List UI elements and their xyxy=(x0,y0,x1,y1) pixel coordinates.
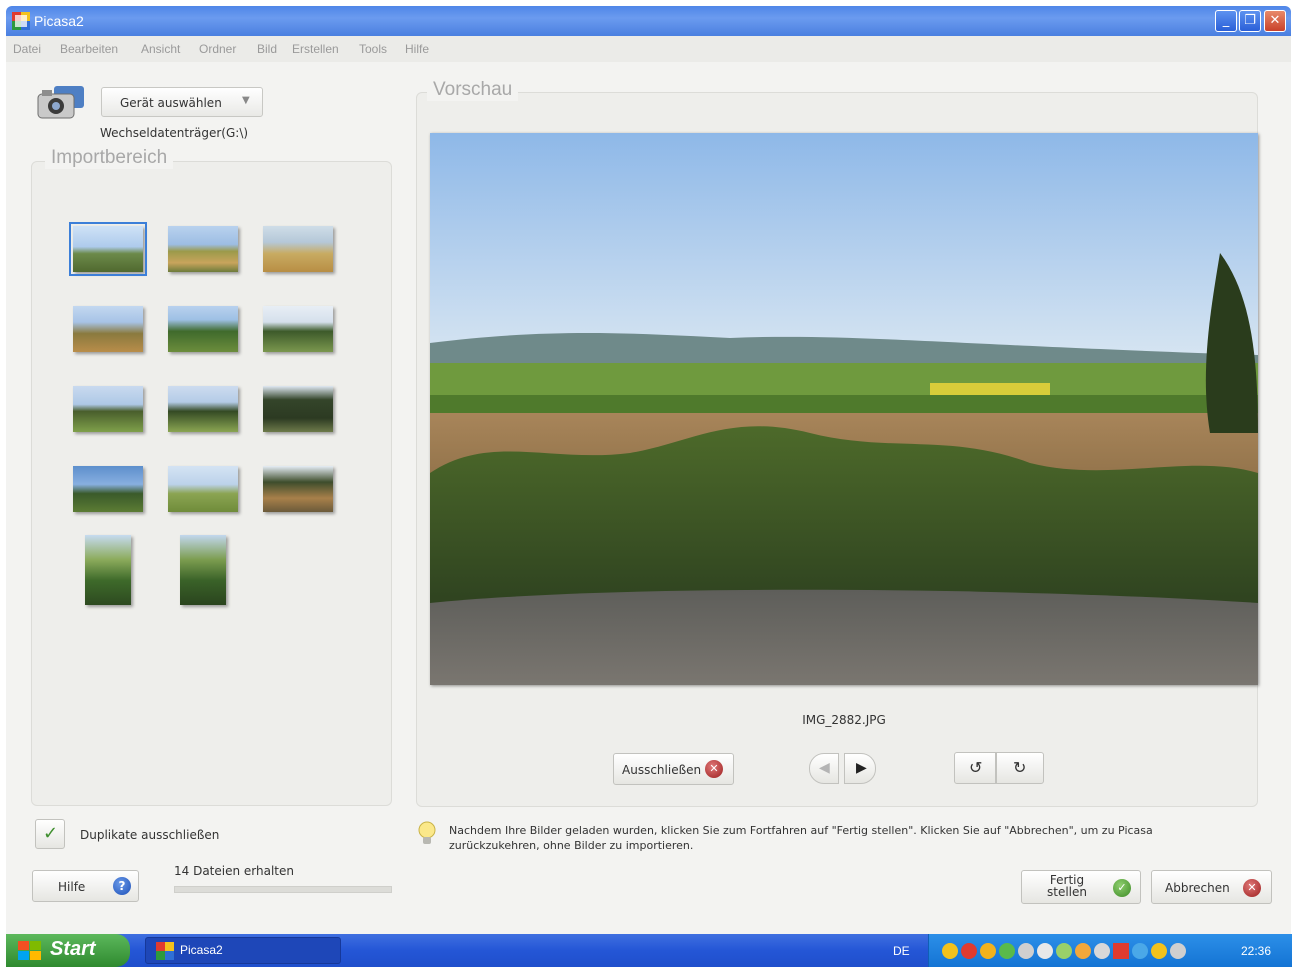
clock: 22:36 xyxy=(1241,944,1272,958)
checkmark-icon: ✓ xyxy=(43,823,59,844)
help-icon: ? xyxy=(113,877,131,895)
cancel-label: Abbrechen xyxy=(1165,881,1230,895)
thumbnail-1[interactable] xyxy=(69,222,147,276)
duplicates-label: Duplikate ausschließen xyxy=(80,828,220,842)
tray-icons[interactable] xyxy=(941,942,1221,960)
close-button[interactable]: ✕ xyxy=(1264,10,1286,32)
duplicates-checkbox[interactable]: ✓ xyxy=(35,819,65,849)
language-indicator[interactable]: DE xyxy=(893,944,910,958)
taskbar-item-label: Picasa2 xyxy=(180,943,223,957)
rotate-left-icon: ↺ xyxy=(969,758,983,777)
files-received-status: 14 Dateien erhalten xyxy=(174,864,294,878)
finish-label-line2: stellen xyxy=(1047,885,1087,899)
x-icon: ✕ xyxy=(705,760,723,778)
chevron-left-icon: ◀ xyxy=(819,760,830,776)
import-area-title: Importbereich xyxy=(45,147,174,169)
exclude-label: Ausschließen xyxy=(622,763,702,777)
thumbnail-11[interactable] xyxy=(168,466,238,512)
thumbnail-12[interactable] xyxy=(263,466,333,512)
preview-title: Vorschau xyxy=(427,79,519,101)
lightbulb-icon xyxy=(416,820,438,848)
thumbnail-13[interactable] xyxy=(85,535,131,605)
window-title: Picasa2 xyxy=(34,13,84,29)
picasa-taskbar-icon xyxy=(156,942,174,960)
taskbar-item-picasa[interactable]: Picasa2 xyxy=(145,937,341,964)
start-label: Start xyxy=(50,938,96,960)
minimize-button[interactable]: _ xyxy=(1215,10,1237,32)
checkmark-circle-icon: ✓ xyxy=(1113,879,1131,897)
start-button[interactable]: Start xyxy=(6,934,130,967)
taskbar: Start Picasa2 DE 22:36 xyxy=(6,934,1292,967)
picasa-app-icon xyxy=(12,12,30,30)
thumbnail-8[interactable] xyxy=(168,386,238,432)
exclude-button[interactable]: Ausschließen ✕ xyxy=(613,753,734,785)
thumbnail-2[interactable] xyxy=(168,226,238,272)
preview-filename: IMG_2882.JPG xyxy=(802,713,886,727)
thumbnail-5[interactable] xyxy=(168,306,238,352)
drive-label: Wechseldatenträger(G:\) xyxy=(100,126,249,140)
menu-erstellen[interactable]: Erstellen xyxy=(292,42,339,56)
help-label: Hilfe xyxy=(58,880,86,894)
rotate-left-button[interactable]: ↺ xyxy=(954,752,996,784)
menu-bearbeiten[interactable]: Bearbeiten xyxy=(60,42,118,56)
thumbnail-9[interactable] xyxy=(263,386,333,432)
info-message: Nachdem Ihre Bilder geladen wurden, klic… xyxy=(449,824,1153,852)
menu-tools[interactable]: Tools xyxy=(359,42,387,56)
x-circle-icon: ✕ xyxy=(1243,879,1261,897)
finish-label: Fertig stellen xyxy=(1047,874,1087,898)
menu-hilfe[interactable]: Hilfe xyxy=(405,42,429,56)
select-device-button[interactable]: Gerät auswählen ▼ xyxy=(101,87,263,117)
windows-logo-icon xyxy=(18,941,42,961)
menu-bild[interactable]: Bild xyxy=(257,42,277,56)
help-button[interactable]: Hilfe ? xyxy=(32,870,139,902)
menu-bar: Datei Bearbeiten Ansicht Ordner Bild Ers… xyxy=(6,36,1291,62)
thumbnail-6[interactable] xyxy=(263,306,333,352)
finish-button[interactable]: Fertig stellen ✓ xyxy=(1021,870,1141,904)
rotate-right-icon: ↻ xyxy=(1013,758,1027,777)
camera-icon xyxy=(36,84,86,120)
restore-button[interactable]: ❐ xyxy=(1239,10,1261,32)
menu-ordner[interactable]: Ordner xyxy=(199,42,236,56)
select-device-label: Gerät auswählen xyxy=(120,96,222,110)
preview-image xyxy=(430,133,1258,685)
thumbnail-7[interactable] xyxy=(73,386,143,432)
system-tray xyxy=(928,934,1292,967)
previous-image-button[interactable]: ◀ xyxy=(809,753,839,784)
thumbnail-10[interactable] xyxy=(73,466,143,512)
chevron-right-icon: ▶ xyxy=(856,760,867,776)
cancel-button[interactable]: Abbrechen ✕ xyxy=(1151,870,1272,904)
title-bar[interactable]: Picasa2 _ ❐ ✕ xyxy=(6,6,1291,36)
menu-ansicht[interactable]: Ansicht xyxy=(141,42,180,56)
next-image-button[interactable]: ▶ xyxy=(844,753,876,784)
menu-datei[interactable]: Datei xyxy=(13,42,41,56)
thumbnail-14[interactable] xyxy=(180,535,226,605)
chevron-down-icon: ▼ xyxy=(242,95,250,106)
thumbnail-4[interactable] xyxy=(73,306,143,352)
window-client: Datei Bearbeiten Ansicht Ordner Bild Ers… xyxy=(6,36,1291,934)
rotate-right-button[interactable]: ↻ xyxy=(996,752,1044,784)
import-progress-bar xyxy=(174,886,392,893)
thumbnail-3[interactable] xyxy=(263,226,333,272)
